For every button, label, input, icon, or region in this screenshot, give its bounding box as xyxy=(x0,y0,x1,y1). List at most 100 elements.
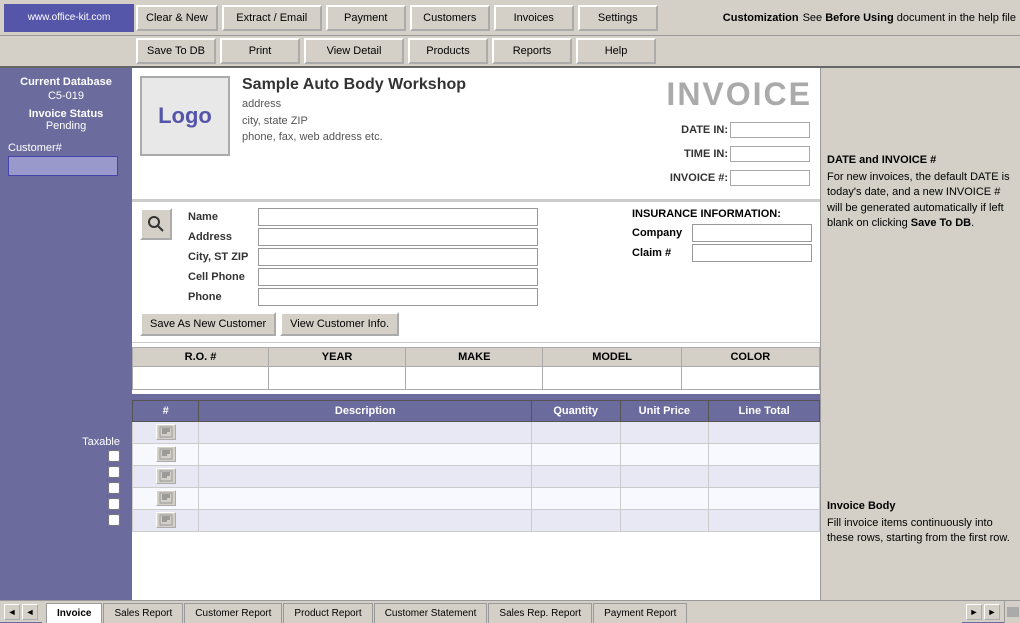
item-icon-3[interactable] xyxy=(156,468,176,484)
tab-prev-button[interactable]: ◄ xyxy=(4,604,20,620)
time-in-label: TIME IN: xyxy=(670,143,728,165)
customer-section: Name Address City, ST ZIP xyxy=(132,202,820,343)
customers-button[interactable]: Customers xyxy=(410,5,490,31)
toolbar-row2: Save To DB Print View Detail Products Re… xyxy=(0,36,1020,68)
ro-input[interactable] xyxy=(137,369,264,387)
date-in-input[interactable] xyxy=(730,122,810,138)
center-content: Logo Sample Auto Body Workshop address c… xyxy=(132,68,820,600)
company-input[interactable] xyxy=(692,224,812,242)
taxable-checkbox-5[interactable] xyxy=(108,514,120,526)
tab-sales-report[interactable]: Sales Report xyxy=(103,603,183,623)
col-price: Unit Price xyxy=(620,401,709,422)
tab-sales-rep.-report[interactable]: Sales Rep. Report xyxy=(488,603,592,623)
item-price-5[interactable] xyxy=(623,512,707,530)
item-qty-3[interactable] xyxy=(534,468,618,486)
item-total-2[interactable] xyxy=(711,446,817,464)
taxable-checkbox-3[interactable] xyxy=(108,482,120,494)
tab-invoice[interactable]: Invoice xyxy=(46,603,102,623)
model-input[interactable] xyxy=(547,369,676,387)
tab-payment-report[interactable]: Payment Report xyxy=(593,603,687,623)
item-desc-3[interactable] xyxy=(201,468,528,486)
search-icon xyxy=(146,214,166,234)
save-to-db-button[interactable]: Save To DB xyxy=(136,38,216,64)
help-button[interactable]: Help xyxy=(576,38,656,64)
item-row-5 xyxy=(133,510,820,532)
help-date-text: For new invoices, the default DATE is to… xyxy=(827,170,1014,232)
city-input[interactable] xyxy=(258,248,538,266)
extract-email-button[interactable]: Extract / Email xyxy=(222,5,322,31)
col-qty: Quantity xyxy=(531,401,620,422)
logo-area: Logo xyxy=(140,76,230,156)
item-qty-5[interactable] xyxy=(534,512,618,530)
tab-next2-button[interactable]: ► xyxy=(984,604,1000,620)
item-desc-2[interactable] xyxy=(201,446,528,464)
invoice-num-label: INVOICE #: xyxy=(670,167,728,189)
invoices-button[interactable]: Invoices xyxy=(494,5,574,31)
items-section: # Description Quantity Unit Price Line T… xyxy=(132,400,820,536)
db-value: C5-019 xyxy=(8,90,124,102)
tab-product-report[interactable]: Product Report xyxy=(283,603,372,623)
item-row-4 xyxy=(133,488,820,510)
customization-text: See Before Using document in the help fi… xyxy=(803,12,1016,24)
item-icon-4[interactable] xyxy=(156,490,176,506)
item-qty-2[interactable] xyxy=(534,446,618,464)
address-input[interactable] xyxy=(258,228,538,246)
time-in-input[interactable] xyxy=(730,146,810,162)
item-icon-2[interactable] xyxy=(156,446,176,462)
claim-input[interactable] xyxy=(692,244,812,262)
item-row-3 xyxy=(133,466,820,488)
tab-next-button[interactable]: ► xyxy=(966,604,982,620)
item-price-4[interactable] xyxy=(623,490,707,508)
clear-new-button[interactable]: Clear & New xyxy=(136,5,218,31)
vehicle-section: R.O. # YEAR MAKE MODEL COLOR xyxy=(132,347,820,390)
item-desc-4[interactable] xyxy=(201,490,528,508)
tab-customer-statement[interactable]: Customer Statement xyxy=(374,603,488,623)
item-total-4[interactable] xyxy=(711,490,817,508)
item-icon-5[interactable] xyxy=(156,512,176,528)
taxable-checkbox-4[interactable] xyxy=(108,498,120,510)
reports-button[interactable]: Reports xyxy=(492,38,572,64)
item-qty-1[interactable] xyxy=(534,424,618,442)
print-button[interactable]: Print xyxy=(220,38,300,64)
scrollbar-thumb[interactable] xyxy=(1004,601,1020,623)
item-icon-1[interactable] xyxy=(156,424,176,440)
item-total-1[interactable] xyxy=(711,424,817,442)
phone-input[interactable] xyxy=(258,288,538,306)
item-total-3[interactable] xyxy=(711,468,817,486)
make-input[interactable] xyxy=(410,369,538,387)
name-input[interactable] xyxy=(258,208,538,226)
taxable-checkbox-1[interactable] xyxy=(108,450,120,462)
tab-customer-report[interactable]: Customer Report xyxy=(184,603,282,623)
customer-left-fields: Name Address City, ST ZIP xyxy=(188,208,608,308)
color-input[interactable] xyxy=(686,369,815,387)
products-button[interactable]: Products xyxy=(408,38,488,64)
item-qty-4[interactable] xyxy=(534,490,618,508)
name-label: Name xyxy=(188,211,258,223)
item-price-3[interactable] xyxy=(623,468,707,486)
item-price-1[interactable] xyxy=(623,424,707,442)
item-desc-5[interactable] xyxy=(201,512,528,530)
invoice-num-input[interactable] xyxy=(730,170,810,186)
address-row: Address xyxy=(188,228,608,246)
item-price-2[interactable] xyxy=(623,446,707,464)
view-detail-button[interactable]: View Detail xyxy=(304,38,404,64)
item-desc-1[interactable] xyxy=(201,424,528,442)
city-label: City, ST ZIP xyxy=(188,251,258,263)
view-customer-info-button[interactable]: View Customer Info. xyxy=(280,312,399,336)
payment-button[interactable]: Payment xyxy=(326,5,406,31)
item-total-5[interactable] xyxy=(711,512,817,530)
cell-input[interactable] xyxy=(258,268,538,286)
save-new-customer-button[interactable]: Save As New Customer xyxy=(140,312,276,336)
year-input[interactable] xyxy=(273,369,401,387)
customer-top: Name Address City, ST ZIP xyxy=(140,208,812,308)
settings-button[interactable]: Settings xyxy=(578,5,658,31)
help-body-title: Invoice Body xyxy=(827,500,1014,512)
company-phone: phone, fax, web address etc. xyxy=(242,129,612,146)
customer-search-button[interactable] xyxy=(140,208,172,240)
claim-row: Claim # xyxy=(632,244,812,262)
tab-prev2-button[interactable]: ◄ xyxy=(22,604,38,620)
taxable-checkbox-2[interactable] xyxy=(108,466,120,478)
company-row: Company xyxy=(632,224,812,242)
name-row: Name xyxy=(188,208,608,226)
customer-number-input[interactable] xyxy=(8,156,118,176)
